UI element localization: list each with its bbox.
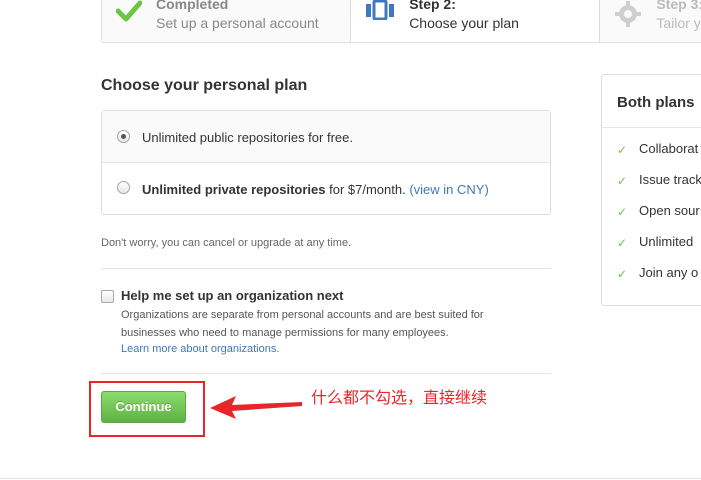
plan-option-paid-label: Unlimited private repositories for $7/mo… bbox=[142, 182, 489, 197]
plan-option-free-label: Unlimited public repositories for free. bbox=[142, 130, 353, 145]
step-subtitle: Choose your plan bbox=[409, 15, 519, 31]
organization-label[interactable]: Help me set up an organization next bbox=[121, 288, 343, 303]
divider bbox=[101, 268, 551, 269]
feature-label: Issue track bbox=[639, 172, 701, 187]
check-icon: ✓ bbox=[617, 236, 628, 250]
checkmark-icon bbox=[115, 0, 143, 27]
step-title: Step 3: bbox=[656, 0, 701, 12]
plan-option-free[interactable]: Unlimited public repositories for free. bbox=[102, 111, 550, 163]
check-icon: ✓ bbox=[617, 267, 628, 281]
organization-checkbox[interactable] bbox=[101, 290, 114, 303]
check-icon: ✓ bbox=[617, 143, 628, 157]
signup-steps: Completed Set up a personal account Step… bbox=[101, 0, 701, 43]
plan-option-paid-bold: Unlimited private repositories bbox=[142, 182, 326, 197]
organization-description: Organizations are separate from personal… bbox=[121, 309, 484, 339]
feature-item: ✓ Open sour bbox=[602, 195, 701, 226]
feature-label: Open sour bbox=[639, 203, 700, 218]
annotation-highlight-box bbox=[89, 381, 205, 437]
view-in-cny-link[interactable]: (view in CNY) bbox=[409, 182, 488, 197]
feature-list: ✓ Collaborat ✓ Issue track ✓ Open sour ✓ Unl… bbox=[602, 128, 701, 288]
plan-heading: Choose your personal plan bbox=[101, 77, 308, 94]
side-panel-heading: Both plans bbox=[602, 75, 701, 128]
check-icon: ✓ bbox=[617, 205, 628, 219]
cancel-note: Don't worry, you can cancel or upgrade a… bbox=[101, 237, 352, 249]
radio-paid[interactable] bbox=[117, 181, 130, 194]
check-icon: ✓ bbox=[617, 174, 628, 188]
feature-item: ✓ Join any o bbox=[602, 257, 701, 288]
divider bbox=[101, 373, 551, 374]
step-title: Completed bbox=[156, 0, 229, 12]
gear-icon bbox=[614, 0, 642, 33]
step-current: Step 2: Choose your plan bbox=[351, 0, 601, 42]
step-completed: Completed Set up a personal account bbox=[102, 0, 352, 42]
step-subtitle: Set up a personal account bbox=[156, 15, 319, 31]
radio-free[interactable] bbox=[117, 130, 130, 143]
step-subtitle: Tailor yo bbox=[656, 15, 701, 31]
feature-label: Unlimited bbox=[639, 234, 694, 249]
footer-divider bbox=[0, 478, 701, 479]
plan-options: Unlimited public repositories for free. … bbox=[101, 110, 551, 215]
feature-item: ✓ Collaborat bbox=[602, 133, 701, 164]
plan-option-paid[interactable]: Unlimited private repositories for $7/mo… bbox=[102, 163, 550, 215]
learn-more-organizations-link[interactable]: Learn more about organizations. bbox=[121, 343, 279, 355]
plans-features-panel: Both plans ✓ Collaborat ✓ Issue track ✓ Ope… bbox=[601, 74, 701, 306]
annotation-text: 什么都不勾选，直接继续 bbox=[311, 388, 488, 407]
annotation-arrow-icon bbox=[210, 396, 302, 419]
feature-label: Join any o bbox=[639, 265, 699, 280]
feature-item: ✓ Unlimited bbox=[602, 226, 701, 257]
plan-option-paid-price: for $7/month. bbox=[325, 182, 410, 197]
step-title: Step 2: bbox=[409, 0, 456, 12]
feature-item: ✓ Issue track bbox=[602, 164, 701, 195]
feature-label: Collaborat bbox=[639, 141, 699, 156]
plan-cards-icon bbox=[365, 0, 395, 25]
step-next: Step 3: Tailor yo bbox=[600, 0, 701, 42]
